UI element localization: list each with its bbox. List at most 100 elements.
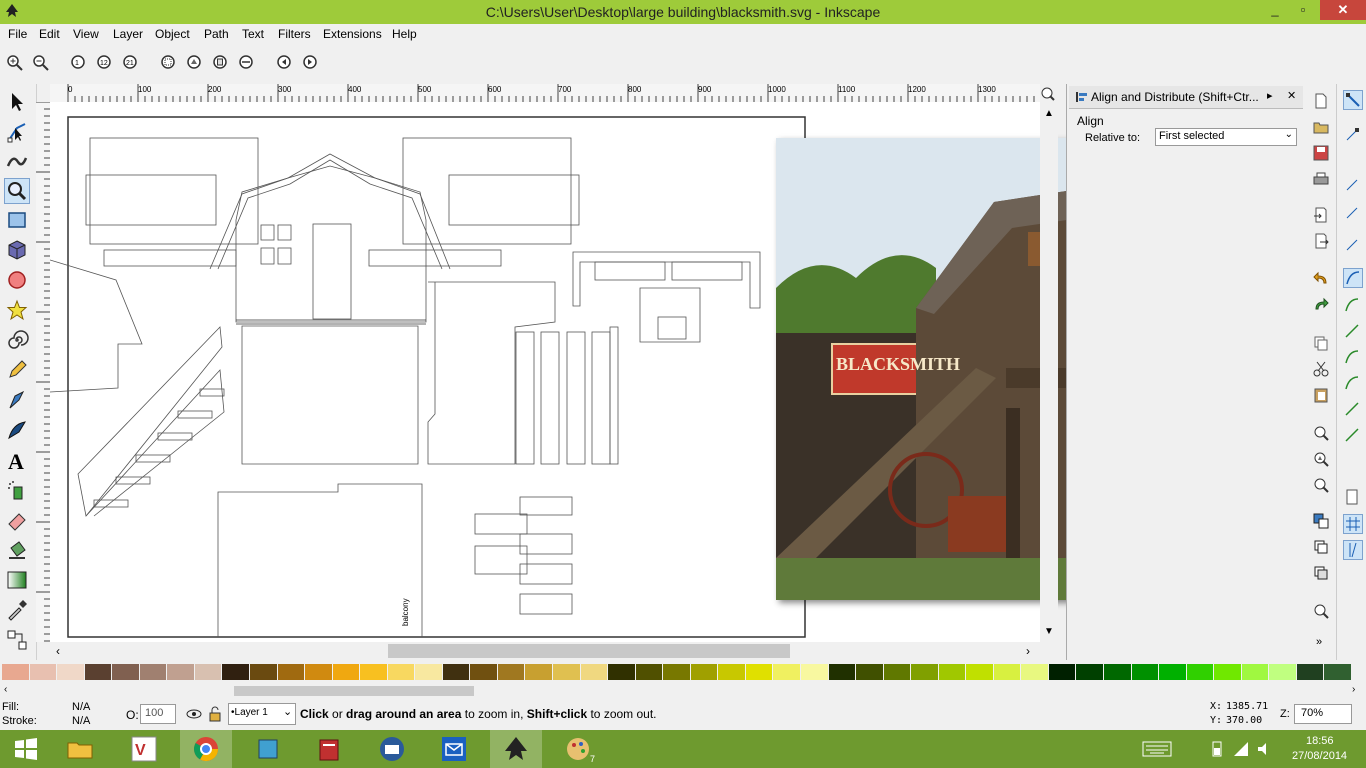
zoom-1to2-icon[interactable]: 12 (96, 54, 114, 72)
snap-intersection-icon[interactable] (1343, 322, 1361, 340)
dock-iconify-button[interactable]: ▸ (1267, 89, 1273, 102)
color-swatch[interactable] (1104, 664, 1131, 680)
color-palette[interactable] (0, 662, 1366, 682)
color-swatch[interactable] (139, 664, 167, 680)
zoom-2to1-icon[interactable]: 21 (122, 54, 140, 72)
print-icon[interactable] (1312, 170, 1330, 188)
menu-edit[interactable]: Edit (39, 27, 60, 41)
zoom-page-icon[interactable] (212, 54, 230, 72)
vertical-ruler[interactable] (36, 102, 51, 642)
mail-icon[interactable] (428, 730, 480, 768)
color-swatch[interactable] (470, 664, 497, 680)
menu-layer[interactable]: Layer (113, 27, 143, 41)
zoom-corner-icon[interactable] (1040, 86, 1056, 102)
color-swatch[interactable] (800, 664, 828, 680)
zoom-1to1-icon[interactable]: 1 (70, 54, 88, 72)
horizontal-scrollbar[interactable]: ‹ › (50, 642, 1050, 660)
color-swatch[interactable] (1324, 664, 1351, 680)
more-commands-icon[interactable]: » (1316, 636, 1322, 648)
clock-time[interactable]: 18:56 (1306, 735, 1334, 747)
color-swatch[interactable] (112, 664, 139, 680)
palette-scroll[interactable]: ‹ › (0, 684, 1366, 698)
color-swatch[interactable] (1214, 664, 1241, 680)
start-button[interactable] (0, 730, 52, 768)
color-swatch[interactable] (580, 664, 608, 680)
text-icon[interactable]: A (5, 448, 29, 474)
export-icon[interactable] (1312, 232, 1330, 250)
color-swatch[interactable] (1269, 664, 1296, 680)
network-icon[interactable] (242, 730, 294, 768)
color-swatch[interactable] (497, 664, 525, 680)
zoom-width-icon[interactable] (238, 54, 256, 72)
color-swatch[interactable] (883, 664, 911, 680)
wifi-icon[interactable] (1232, 740, 1250, 758)
color-swatch[interactable] (442, 664, 470, 680)
color-swatch[interactable] (553, 664, 580, 680)
open-icon[interactable] (1312, 118, 1330, 136)
connector-icon[interactable] (5, 628, 29, 652)
color-swatch[interactable] (57, 664, 84, 680)
snap-toggle-icon[interactable] (1343, 90, 1363, 110)
snap-smooth-icon[interactable] (1343, 374, 1361, 392)
paste-icon[interactable] (1312, 386, 1330, 404)
color-swatch[interactable] (745, 664, 773, 680)
xml-editor-icon[interactable] (1312, 602, 1330, 620)
redo-icon[interactable] (1312, 296, 1330, 314)
color-swatch[interactable] (222, 664, 249, 680)
pen-icon[interactable] (5, 388, 29, 412)
snap-cusp-icon[interactable] (1343, 348, 1361, 366)
pencil-icon[interactable] (5, 358, 29, 382)
color-swatch[interactable] (690, 664, 718, 680)
explorer-icon[interactable] (54, 730, 106, 768)
color-swatch[interactable] (1186, 664, 1214, 680)
clock-date[interactable]: 27/08/2014 (1292, 750, 1347, 762)
color-swatch[interactable] (635, 664, 663, 680)
3dbox-icon[interactable] (5, 238, 29, 262)
snap-nodes-icon[interactable] (1343, 268, 1363, 288)
fill-value[interactable]: N/A (72, 701, 90, 713)
color-swatch[interactable] (856, 664, 883, 680)
spiral-icon[interactable] (5, 328, 29, 352)
minimize-button[interactable]: _ (1262, 0, 1288, 20)
zoom-page-right-icon[interactable] (1312, 476, 1330, 494)
color-swatch[interactable] (911, 664, 938, 680)
color-swatch[interactable] (2, 664, 29, 680)
color-swatch[interactable] (1241, 664, 1269, 680)
color-swatch[interactable] (29, 664, 57, 680)
color-swatch[interactable] (84, 664, 112, 680)
color-swatch[interactable] (718, 664, 745, 680)
zoom-selection-right-icon[interactable] (1312, 424, 1330, 442)
ellipse-icon[interactable] (5, 268, 29, 292)
zoom-selection-icon[interactable] (160, 54, 178, 72)
color-swatch[interactable] (305, 664, 332, 680)
new-document-icon[interactable] (1312, 92, 1330, 110)
palette-scroll-thumb[interactable] (234, 686, 474, 696)
opacity-spinbox[interactable]: 100 (140, 704, 176, 724)
dropper-icon[interactable] (5, 598, 29, 622)
close-button[interactable]: ✕ (1320, 0, 1366, 20)
palette-right-icon[interactable]: › (1352, 684, 1355, 695)
stroke-value[interactable]: N/A (72, 715, 90, 727)
copy-icon[interactable] (1312, 334, 1330, 352)
scroll-down-icon[interactable]: ▼ (1044, 626, 1054, 637)
zoom-prev-icon[interactable] (276, 54, 294, 72)
snap-path-icon[interactable] (1343, 296, 1361, 314)
import-icon[interactable] (1312, 206, 1330, 224)
color-swatch[interactable] (1159, 664, 1186, 680)
color-swatch[interactable] (1021, 664, 1048, 680)
horizontal-ruler[interactable]: 0 100 200 300 400 500 600 700 800 900 10… (50, 84, 1040, 103)
zoom-in-icon[interactable] (6, 54, 24, 72)
scroll-left-icon[interactable]: ‹ (56, 644, 60, 658)
undo-icon[interactable] (1312, 270, 1330, 288)
color-swatch[interactable] (938, 664, 966, 680)
color-swatch[interactable] (773, 664, 800, 680)
layer-select[interactable]: •Layer 1 ⌄ (228, 703, 296, 725)
color-swatch[interactable] (663, 664, 690, 680)
color-swatch[interactable] (993, 664, 1021, 680)
menu-view[interactable]: View (73, 27, 99, 41)
color-swatch[interactable] (387, 664, 415, 680)
zoom-next-icon[interactable] (302, 54, 320, 72)
gradient-icon[interactable] (5, 568, 29, 592)
color-swatch[interactable] (966, 664, 993, 680)
color-swatch[interactable] (828, 664, 856, 680)
